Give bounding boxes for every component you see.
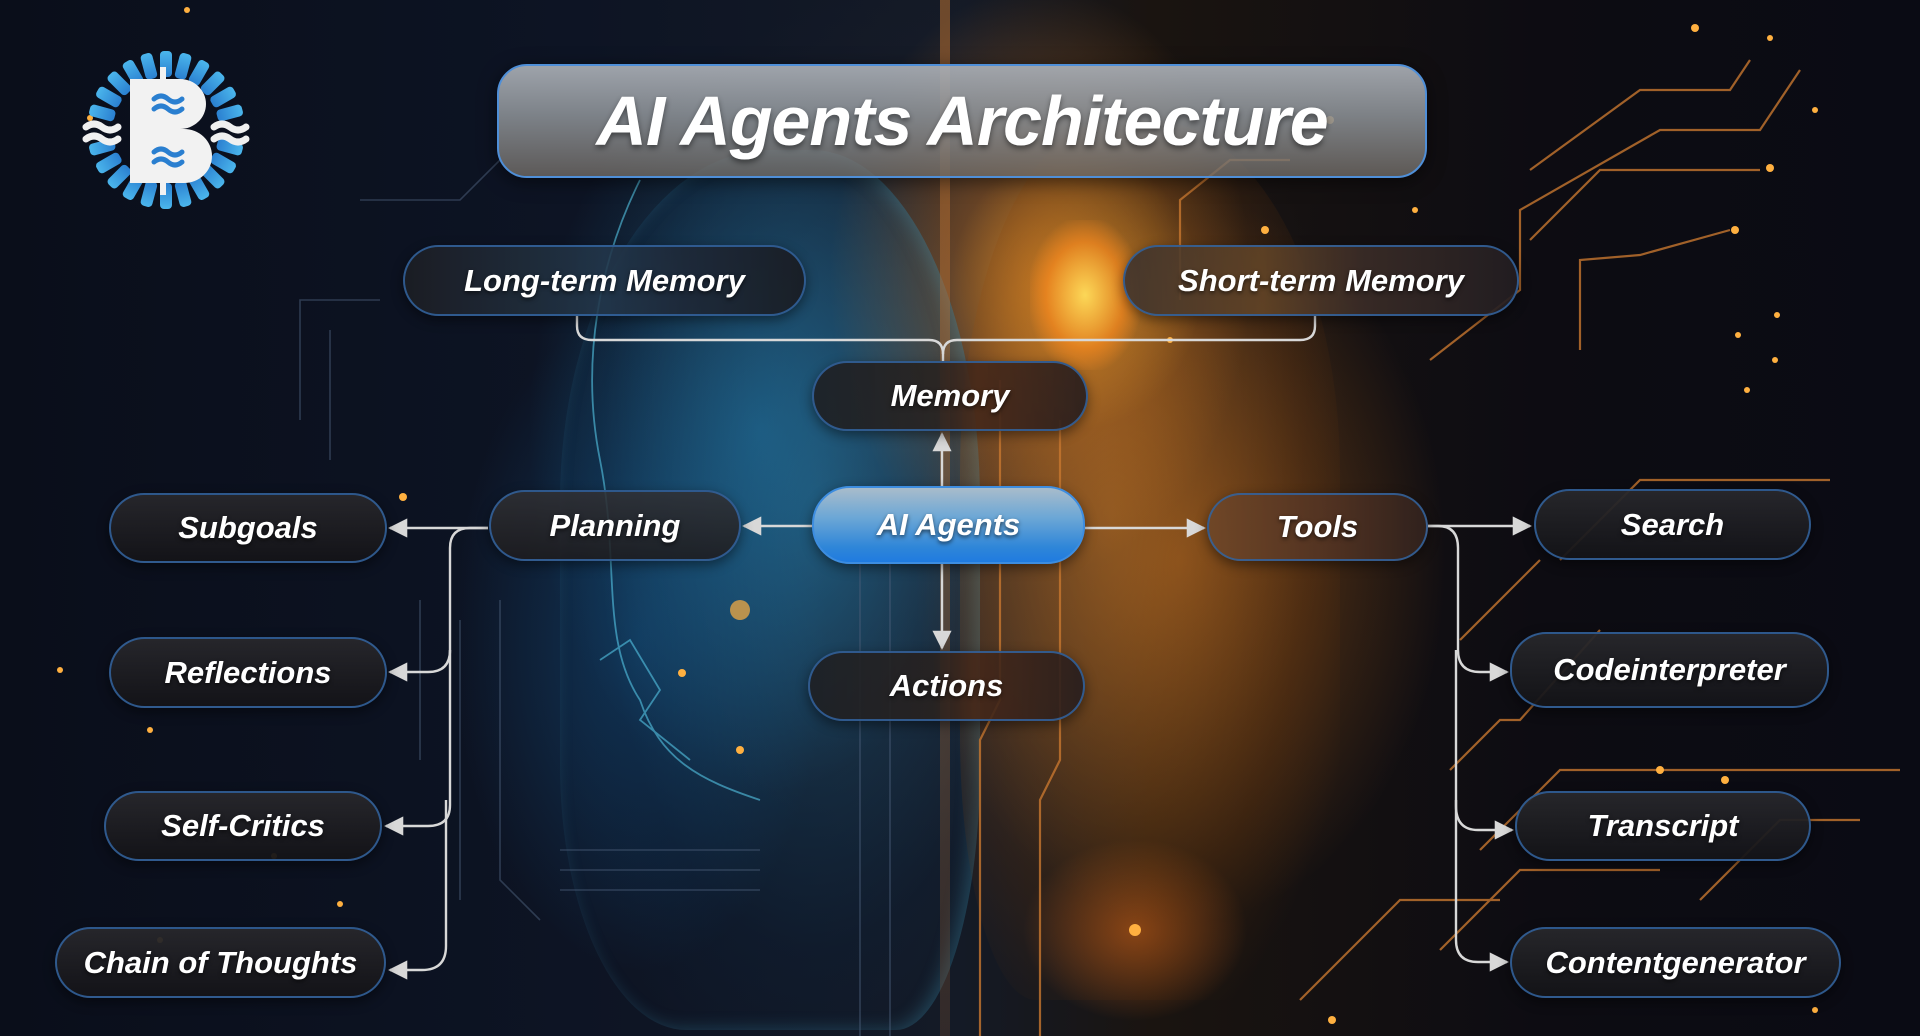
- b-waves-logo-icon: [82, 51, 250, 209]
- circuit-trace: [1459, 559, 1541, 641]
- node-subgoals[interactable]: Subgoals: [109, 493, 387, 563]
- node-transcript[interactable]: Transcript: [1515, 791, 1811, 861]
- node-memory[interactable]: Memory: [812, 361, 1088, 431]
- node-codeinterpreter[interactable]: Codeinterpreter: [1510, 632, 1829, 708]
- node-tools[interactable]: Tools: [1207, 493, 1428, 561]
- circuit-trace: [499, 600, 541, 921]
- node-label: Search: [1620, 506, 1725, 542]
- node-actions[interactable]: Actions: [808, 651, 1085, 721]
- circuit-trace: [299, 299, 380, 420]
- node-planning[interactable]: Planning: [489, 490, 741, 561]
- circuit-trace: [1578, 228, 1731, 350]
- node-label: Planning: [549, 507, 681, 543]
- circuit-trace: [1529, 168, 1760, 241]
- node-self-critics[interactable]: Self-Critics: [104, 791, 382, 861]
- circuit-trace: [1299, 898, 1500, 1001]
- node-label: Chain of Thoughts: [83, 944, 358, 980]
- circuit-trace: [360, 159, 501, 201]
- node-label: Short-term Memory: [1178, 262, 1464, 298]
- node-chain-of-thoughts[interactable]: Chain of Thoughts: [55, 927, 386, 998]
- face-profile: [599, 638, 691, 761]
- node-contentgenerator[interactable]: Contentgenerator: [1510, 927, 1841, 998]
- node-long-term-memory[interactable]: Long-term Memory: [403, 245, 806, 316]
- circuit-trace: [1429, 69, 1801, 361]
- node-label: Subgoals: [178, 510, 318, 545]
- node-label: Actions: [889, 668, 1004, 703]
- node-label: AI Agents: [876, 507, 1021, 542]
- node-ai-agents[interactable]: AI Agents: [812, 486, 1085, 564]
- node-short-term-memory[interactable]: Short-term Memory: [1123, 245, 1519, 316]
- page-title: AI Agents Architecture: [596, 82, 1328, 160]
- diagram-canvas: AI Agents Architecture Long-term Memory …: [0, 0, 1920, 1036]
- node-reflections[interactable]: Reflections: [109, 637, 387, 708]
- node-label: Tools: [1276, 509, 1359, 544]
- node-label: Codeinterpreter: [1553, 652, 1786, 687]
- node-label: Reflections: [164, 654, 332, 690]
- node-label: Self-Critics: [161, 808, 325, 843]
- node-search[interactable]: Search: [1534, 489, 1811, 560]
- circuit-trace: [1529, 59, 1751, 171]
- node-label: Memory: [890, 378, 1010, 413]
- title-banner: AI Agents Architecture: [497, 64, 1427, 178]
- node-label: Long-term Memory: [464, 262, 745, 298]
- node-label: Contentgenerator: [1545, 944, 1806, 980]
- node-label: Transcript: [1587, 808, 1739, 843]
